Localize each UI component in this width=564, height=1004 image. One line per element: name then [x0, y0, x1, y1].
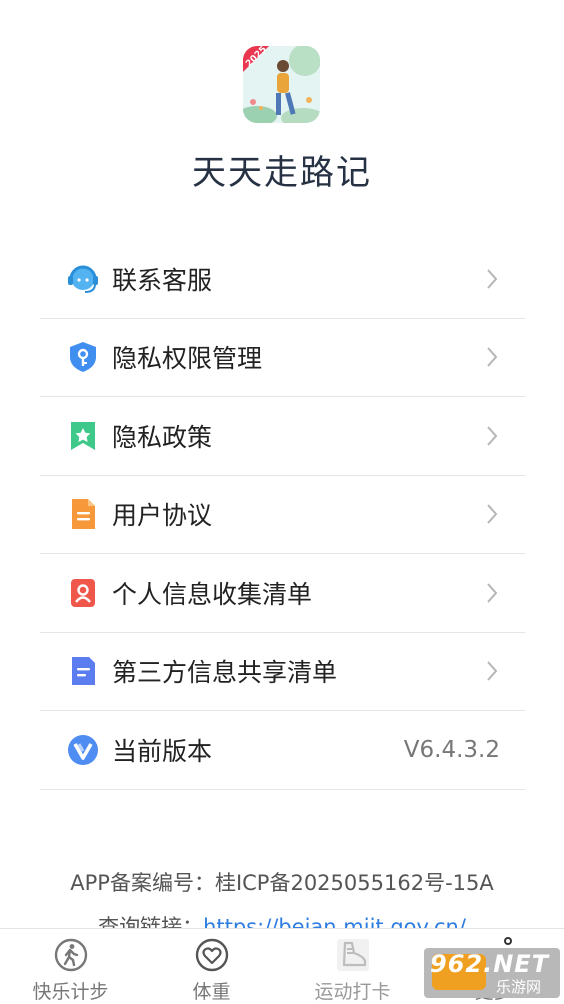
- app-logo: 2025: [243, 46, 320, 123]
- walking-icon: [54, 938, 87, 972]
- menu-item-user-agreement[interactable]: 用户协议: [40, 476, 525, 554]
- bookmark-star-icon: [66, 419, 100, 453]
- chevron-right-icon: [487, 347, 498, 367]
- heart-icon: [195, 938, 228, 972]
- menu-item-label: 第三方信息共享清单: [112, 658, 338, 688]
- about-page: 2025 天天走路记 联系客服 隐私权限管理 隐私政策 用户协议 个人信息收集清…: [0, 0, 564, 1004]
- customer-service-icon: [66, 262, 100, 296]
- menu-item-label: 当前版本: [112, 736, 213, 766]
- menu-item-label: 联系客服: [112, 265, 213, 295]
- site-watermark: 962.NET 乐游网: [424, 948, 560, 998]
- menu-item-contact-service[interactable]: 联系客服: [40, 240, 525, 319]
- menu-item-label: 隐私政策: [112, 422, 213, 452]
- tab-weight[interactable]: 体重: [141, 929, 282, 1004]
- tab-label: 运动打卡: [314, 981, 391, 1003]
- watermark-main-text: 962.NET: [430, 950, 550, 978]
- icp-record-text: APP备案编号：桂ICP备2025055162号-15A: [70, 871, 494, 895]
- menu-item-personal-info-list[interactable]: 个人信息收集清单: [40, 554, 525, 633]
- menu-item-privacy-policy[interactable]: 隐私政策: [40, 397, 525, 476]
- menu-item-privacy-permissions[interactable]: 隐私权限管理: [40, 319, 525, 397]
- version-value: V6.4.3.2: [403, 736, 500, 763]
- tab-happy-steps[interactable]: 快乐计步: [0, 929, 141, 1004]
- menu-item-label: 个人信息收集清单: [112, 579, 313, 609]
- list-document-icon: [66, 654, 100, 688]
- watermark-sub-text: 乐游网: [496, 978, 542, 996]
- app-name: 天天走路记: [192, 153, 372, 193]
- document-icon: [66, 497, 100, 531]
- tab-label: 体重: [192, 981, 231, 1003]
- tab-label: 快乐计步: [32, 981, 109, 1003]
- menu-item-current-version: 当前版本 V6.4.3.2: [40, 711, 525, 790]
- sneaker-icon: [336, 939, 369, 971]
- version-v-icon: [66, 733, 100, 767]
- menu-item-label: 隐私权限管理: [112, 344, 263, 374]
- menu-item-third-party-sharing[interactable]: 第三方信息共享清单: [40, 633, 525, 711]
- chevron-right-icon: [487, 661, 498, 681]
- chevron-right-icon: [487, 504, 498, 524]
- tab-exercise-checkin[interactable]: 运动打卡: [282, 929, 423, 1004]
- chevron-right-icon: [487, 269, 498, 289]
- shield-key-icon: [66, 340, 100, 374]
- menu-item-label: 用户协议: [112, 501, 213, 531]
- person-card-icon: [66, 576, 100, 610]
- chevron-right-icon: [487, 583, 498, 603]
- chevron-right-icon: [487, 426, 498, 446]
- settings-menu: 联系客服 隐私权限管理 隐私政策 用户协议 个人信息收集清单 第三方信息共享清单…: [40, 240, 525, 790]
